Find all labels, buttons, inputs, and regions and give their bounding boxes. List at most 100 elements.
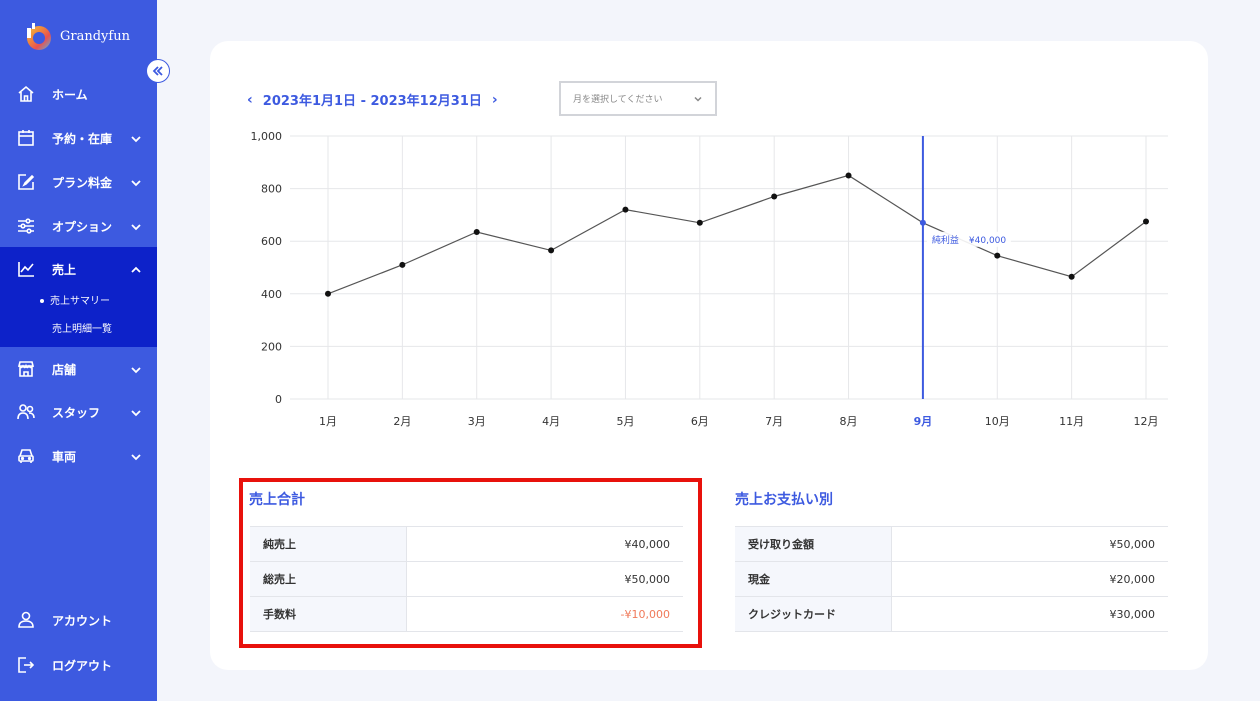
sidebar-item-logout[interactable]: ログアウト xyxy=(0,650,157,680)
app-logo[interactable]: Grandyfun xyxy=(22,20,130,52)
double-chevron-left-icon xyxy=(152,66,163,76)
x-tick-label: 1月 xyxy=(319,415,337,428)
car-icon xyxy=(16,446,36,466)
sidebar-item-label: プラン料金 xyxy=(52,175,113,190)
data-point xyxy=(399,261,406,268)
chevron-down-icon xyxy=(129,219,143,233)
x-tick-label: 6月 xyxy=(691,415,709,428)
x-tick-label: 10月 xyxy=(985,415,1010,428)
data-point xyxy=(1143,218,1149,225)
sidebar-item-label: スタッフ xyxy=(52,405,101,420)
sidebar-item-label: オプション xyxy=(52,219,113,234)
row-value: ¥20,000 xyxy=(1109,572,1156,586)
x-tick-label: 11月 xyxy=(1059,415,1084,428)
sidebar-item-store[interactable]: 店舗 xyxy=(0,354,157,384)
row-key: 受け取り金額 xyxy=(735,527,892,561)
date-range-label: 2023年1月1日 - 2023年12月31日 xyxy=(262,94,482,109)
tooltip-label: 純利益 xyxy=(932,234,959,246)
data-point xyxy=(771,193,778,200)
x-tick-label: 3月 xyxy=(468,415,486,428)
sales-line-chart: 0 200 400 600 800 1,000 1月 2月 3月 4月 5月 6月 7月 8月 9月 10月 1… xyxy=(251,130,1168,428)
month-select[interactable]: 月を選択してください xyxy=(559,81,717,116)
x-tick-label: 2月 xyxy=(393,415,411,428)
next-period-button[interactable]: › xyxy=(492,92,498,108)
chart-line-icon xyxy=(16,259,36,279)
x-tick-label: 4月 xyxy=(542,415,560,428)
logout-icon xyxy=(16,655,36,675)
data-point xyxy=(325,290,331,297)
data-point xyxy=(473,228,480,235)
sidebar-collapse-button[interactable] xyxy=(146,59,170,83)
chevron-down-icon xyxy=(693,94,703,104)
data-point xyxy=(548,247,555,254)
sidebar-subitem-label: 売上サマリー xyxy=(50,296,110,307)
store-icon xyxy=(16,359,36,379)
y-tick-label: 600 xyxy=(261,235,282,248)
sidebar-item-label: アカウント xyxy=(52,613,113,628)
prev-period-button[interactable]: ‹ xyxy=(247,92,253,108)
chevron-down-icon xyxy=(129,131,143,145)
sidebar-subitem-sales-detail-list[interactable]: 売上明細一覧 xyxy=(52,320,112,335)
month-select-placeholder: 月を選択してください xyxy=(573,95,663,105)
y-tick-label: 200 xyxy=(261,340,282,353)
row-key: 現金 xyxy=(735,562,892,596)
sidebar-subitem-sales-summary[interactable]: 売上サマリー xyxy=(40,292,110,307)
x-tick-label: 5月 xyxy=(616,415,634,428)
x-tick-label: 12月 xyxy=(1134,415,1159,428)
y-tick-label: 1,000 xyxy=(251,130,283,143)
table-row: クレジットカード ¥30,000 xyxy=(735,597,1168,632)
sidebar-item-label: ログアウト xyxy=(52,658,113,673)
y-tick-label: 0 xyxy=(275,393,282,406)
chevron-down-icon xyxy=(129,449,143,463)
logo-icon xyxy=(22,20,54,52)
date-range-navigator: ‹ 2023年1月1日 - 2023年12月31日 › xyxy=(247,90,498,110)
data-point xyxy=(994,252,1001,259)
calendar-icon xyxy=(16,128,36,148)
sidebar-item-staff[interactable]: スタッフ xyxy=(0,397,157,427)
row-value: ¥50,000 xyxy=(1109,537,1156,551)
home-icon xyxy=(16,84,36,104)
table-row: 現金 ¥20,000 xyxy=(735,562,1168,597)
y-tick-label: 800 xyxy=(261,183,282,196)
row-key: クレジットカード xyxy=(735,597,892,631)
data-point-active xyxy=(919,219,926,226)
edit-icon xyxy=(16,172,36,192)
y-tick-label: 400 xyxy=(261,288,282,301)
sidebar-item-account[interactable]: アカウント xyxy=(0,605,157,635)
payment-breakdown-title: 売上お支払い別 xyxy=(735,492,833,508)
x-tick-label: 7月 xyxy=(765,415,783,428)
sidebar-item-reservations[interactable]: 予約・在庫 xyxy=(0,123,157,153)
chevron-up-icon xyxy=(129,262,143,276)
chevron-down-icon xyxy=(129,405,143,419)
sliders-icon xyxy=(16,216,36,236)
sidebar-item-label: 車両 xyxy=(52,449,77,464)
sidebar-item-sales[interactable]: 売上 xyxy=(0,254,157,284)
data-point xyxy=(696,219,703,226)
tooltip-value: ¥40,000 xyxy=(969,236,1006,246)
series-line xyxy=(327,174,1147,295)
sidebar-item-plan-pricing[interactable]: プラン料金 xyxy=(0,167,157,197)
data-point xyxy=(1068,273,1075,280)
sidebar-item-home[interactable]: ホーム xyxy=(0,79,157,109)
sidebar-item-label: 売上 xyxy=(52,262,77,277)
data-point xyxy=(845,172,852,179)
chevron-down-icon xyxy=(129,362,143,376)
x-tick-label-active: 9月 xyxy=(914,415,933,428)
sidebar: Grandyfun ホーム 予約・在庫 プラン料金 オプション 売上 売上サマリ… xyxy=(0,0,157,701)
app-name: Grandyfun xyxy=(60,28,130,44)
row-value: ¥30,000 xyxy=(1109,607,1156,621)
sidebar-item-label: 店舗 xyxy=(52,362,77,377)
highlight-box xyxy=(239,478,702,648)
users-icon xyxy=(16,402,36,422)
x-tick-label: 8月 xyxy=(840,415,858,428)
data-point xyxy=(622,206,629,213)
sidebar-item-vehicles[interactable]: 車両 xyxy=(0,441,157,471)
active-dot xyxy=(40,299,44,303)
sidebar-subitem-label: 売上明細一覧 xyxy=(52,324,112,335)
table-row: 受け取り金額 ¥50,000 xyxy=(735,527,1168,562)
sidebar-item-label: ホーム xyxy=(52,87,88,102)
sidebar-item-label: 予約・在庫 xyxy=(52,131,113,146)
payment-breakdown-table: 受け取り金額 ¥50,000 現金 ¥20,000 クレジットカード ¥30,0… xyxy=(735,526,1168,632)
user-icon xyxy=(16,610,36,630)
sidebar-item-options[interactable]: オプション xyxy=(0,211,157,241)
